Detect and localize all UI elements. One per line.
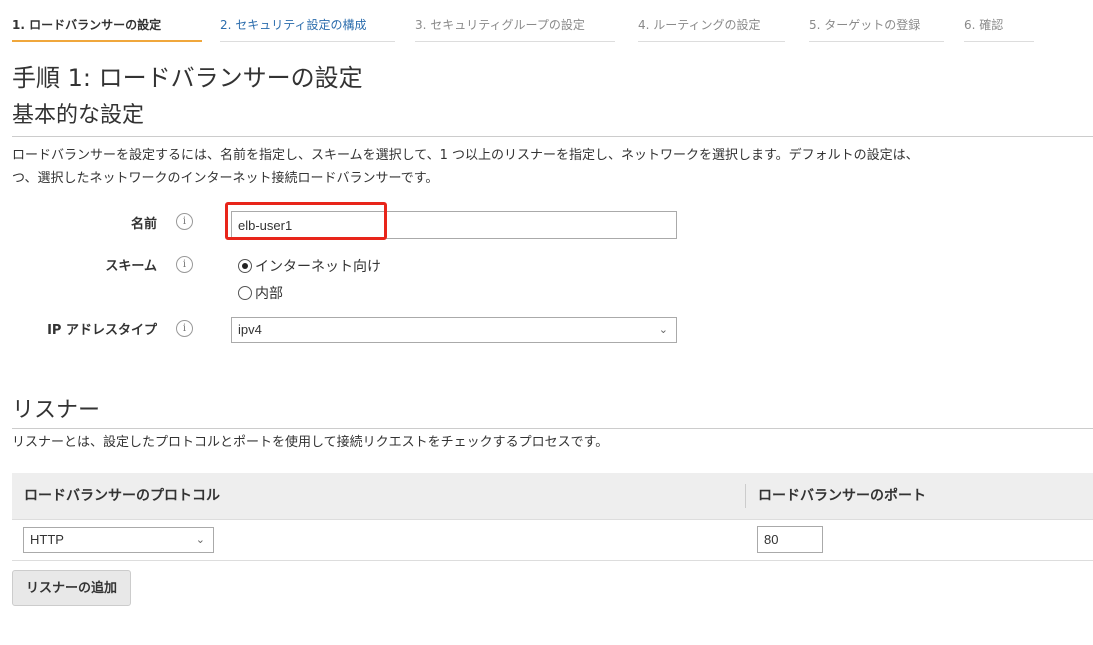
name-label: 名前	[130, 217, 157, 232]
chevron-down-icon: ⌄	[658, 324, 668, 336]
step-configure-load-balancer[interactable]: 1. ロードバランサーの設定	[12, 10, 202, 42]
scheme-radio-internal[interactable]: 内部	[238, 283, 283, 303]
column-header-port: ロードバランサーのポート	[758, 488, 926, 504]
basic-config-heading: 基本的な設定	[12, 103, 145, 128]
info-icon[interactable]: i	[176, 256, 193, 273]
name-highlight-box	[225, 202, 387, 240]
basic-config-description-line2: つ、選択したネットワークのインターネット接続ロードバランサーです。	[12, 171, 439, 186]
radio-unselected-icon	[238, 286, 252, 300]
info-icon[interactable]: i	[176, 320, 193, 337]
listeners-description: リスナーとは、設定したプロトコルとポートを使用して接続リクエストをチェックするプ…	[12, 435, 609, 450]
divider	[12, 428, 1093, 429]
scheme-option-label: インターネット向け	[255, 259, 381, 275]
info-icon[interactable]: i	[176, 213, 193, 230]
scheme-radio-internet-facing[interactable]: インターネット向け	[238, 256, 381, 276]
column-header-protocol: ロードバランサーのプロトコル	[24, 488, 220, 504]
add-listener-button[interactable]: リスナーの追加	[12, 570, 132, 606]
table-row: HTTP ⌄	[12, 520, 1093, 561]
page-title: 手順 1: ロードバランサーの設定	[12, 64, 363, 92]
listeners-heading: リスナー	[12, 398, 101, 423]
chevron-down-icon: ⌄	[195, 534, 205, 546]
ip-address-type-label: IP アドレスタイプ	[47, 323, 157, 338]
basic-config-description-line1: ロードバランサーを設定するには、名前を指定し、スキームを選択して、1 つ以上のリ…	[12, 148, 919, 163]
step-register-targets[interactable]: 5. ターゲットの登録	[809, 10, 944, 42]
column-separator	[745, 484, 746, 508]
radio-selected-icon	[238, 259, 252, 273]
step-configure-security-settings[interactable]: 2. セキュリティ設定の構成	[220, 10, 395, 42]
step-configure-routing[interactable]: 4. ルーティングの設定	[638, 10, 785, 42]
protocol-select[interactable]: HTTP ⌄	[23, 527, 214, 553]
step-configure-security-groups[interactable]: 3. セキュリティグループの設定	[415, 10, 615, 42]
scheme-option-label: 内部	[255, 286, 283, 302]
divider	[12, 136, 1093, 137]
protocol-value: HTTP	[30, 532, 64, 547]
scheme-label: スキーム	[105, 259, 157, 274]
step-review[interactable]: 6. 確認	[964, 10, 1034, 42]
listeners-table-header: ロードバランサーのプロトコル ロードバランサーのポート	[12, 473, 1093, 520]
ip-address-type-value: ipv4	[238, 322, 262, 337]
ip-address-type-select[interactable]: ipv4 ⌄	[231, 317, 677, 343]
port-input[interactable]	[757, 526, 823, 553]
